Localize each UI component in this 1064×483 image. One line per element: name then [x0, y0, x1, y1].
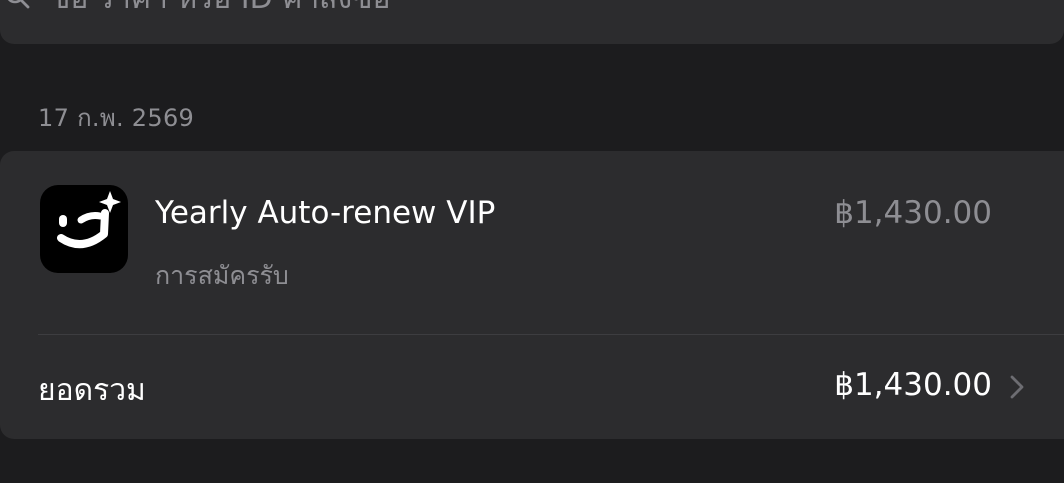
search-icon — [7, 0, 30, 9]
total-amount: ฿1,430.00 — [834, 367, 992, 403]
search-input[interactable]: ชื่อ ราคา หรือ ID คำสั่งซื้อ — [50, 0, 391, 14]
item-subtitle: การสมัครรับ — [155, 261, 289, 290]
total-row[interactable]: ยอดรวม ฿1,430.00 — [0, 335, 1064, 439]
app-logo-wink-icon — [40, 185, 128, 273]
total-label: ยอดรวม — [38, 373, 146, 408]
item-title: Yearly Auto-renew VIP — [155, 195, 496, 231]
purchase-history-page: ชื่อ ราคา หรือ ID คำสั่งซื้อ 17 ก.พ. 256… — [0, 0, 1064, 483]
section-date-header: 17 ก.พ. 2569 — [38, 104, 195, 132]
search-bar[interactable]: ชื่อ ราคา หรือ ID คำสั่งซื้อ — [0, 0, 1064, 44]
receipt-card: Yearly Auto-renew VIP การสมัครรับ ฿1,430… — [0, 151, 1064, 439]
chevron-right-icon — [1010, 375, 1024, 399]
item-price: ฿1,430.00 — [834, 195, 992, 231]
